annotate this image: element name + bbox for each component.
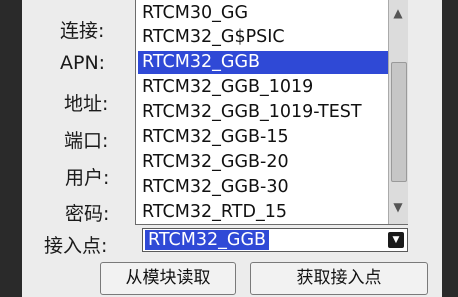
settings-screen: 连接: APN: 地址: 端口: 用户: 密码: 接入点: RTCM30_GG …	[22, 0, 442, 297]
label-address: 地址:	[64, 93, 109, 115]
mountpoint-value: RTCM32_GGB	[145, 230, 270, 250]
mountpoint-combobox[interactable]: RTCM32_GGB ▼	[142, 228, 408, 252]
dropdown-option[interactable]: RTCM32_G$PSIC	[138, 26, 389, 49]
dropdown-option[interactable]: RTCM32_GGB_1019-TEST	[138, 101, 389, 124]
dropdown-option[interactable]: RTCM32_GGB-20	[138, 151, 389, 174]
label-port: 端口:	[64, 130, 109, 152]
read-from-module-button[interactable]: 从模块读取	[100, 262, 236, 295]
scroll-down-icon[interactable]: ▼	[391, 196, 405, 218]
dropdown-scrollbar[interactable]: ▲ ▼	[388, 0, 408, 224]
chevron-down-icon[interactable]: ▼	[388, 232, 404, 248]
dropdown-option[interactable]: RTCM32_RTD_15	[138, 201, 389, 224]
label-connect: 连接:	[60, 20, 105, 42]
label-apn: APN:	[60, 52, 106, 74]
device-bezel-left	[0, 0, 22, 297]
label-mountpoint: 接入点:	[44, 235, 108, 257]
dropdown-option[interactable]: RTCM30_GG	[138, 2, 389, 25]
dropdown-option-selected[interactable]: RTCM32_GGB	[138, 51, 389, 74]
dropdown-option[interactable]: RTCM32_GGB_1019	[138, 76, 389, 99]
mountpoint-dropdown-list[interactable]: RTCM30_GG RTCM32_G$PSIC RTCM32_GGB RTCM3…	[135, 0, 408, 225]
label-password: 密码:	[65, 203, 110, 225]
scroll-up-icon[interactable]: ▲	[391, 2, 405, 24]
dropdown-option[interactable]: RTCM32_GGB-15	[138, 126, 389, 149]
get-mountpoint-button[interactable]: 获取接入点	[250, 262, 428, 295]
dropdown-option[interactable]: RTCM32_GGB-30	[138, 176, 389, 199]
scrollbar-thumb[interactable]	[391, 62, 407, 182]
label-user: 用户:	[65, 167, 110, 189]
device-bezel-right	[442, 0, 458, 297]
